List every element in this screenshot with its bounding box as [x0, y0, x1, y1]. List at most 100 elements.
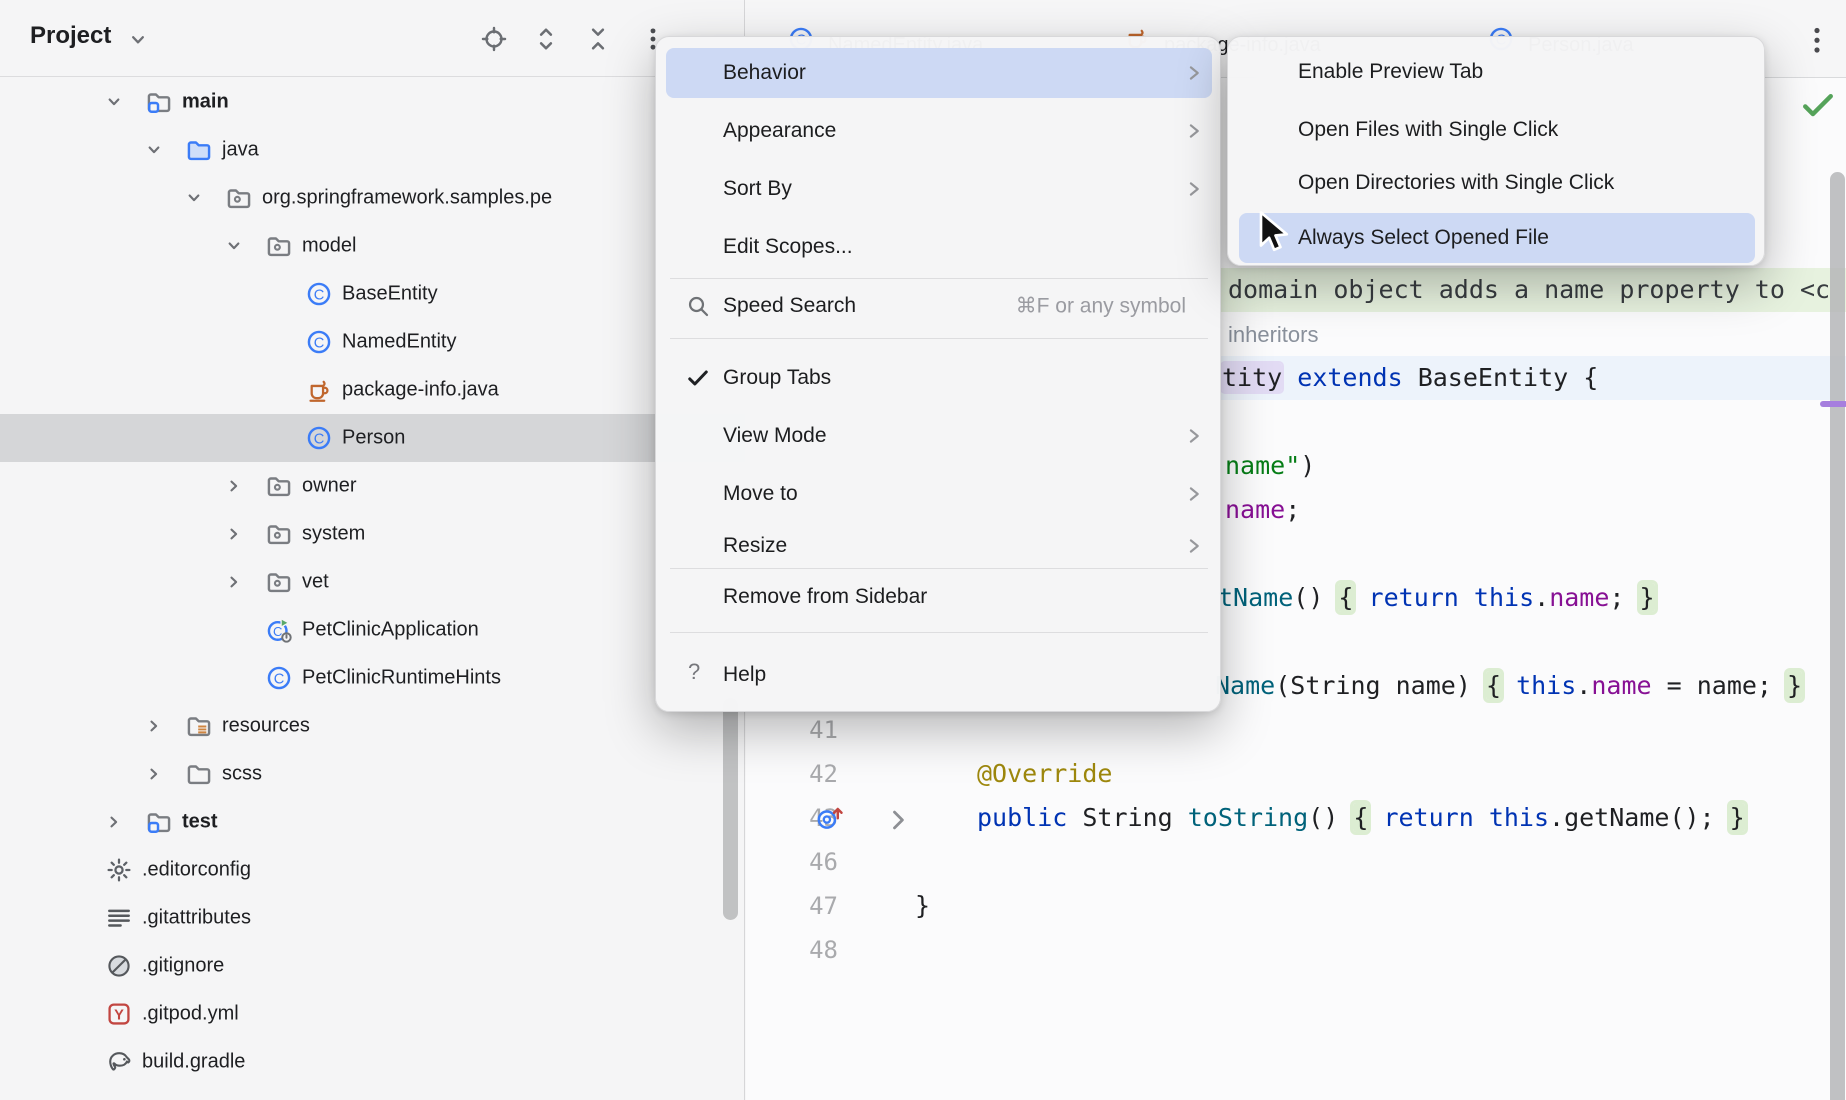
project-view-chevron-down-icon[interactable] [127, 29, 149, 51]
tree-item-java[interactable]: java [0, 126, 745, 174]
svg-text:C: C [314, 431, 325, 447]
code-token: } [1640, 583, 1655, 612]
coffee-icon [306, 377, 332, 403]
code-fold-chevron-icon[interactable] [884, 806, 912, 834]
menu-item-view-mode[interactable]: View Mode [666, 411, 1212, 461]
editor-scrollbar[interactable] [1830, 172, 1845, 1100]
menu-item-move-to[interactable]: Move to [666, 469, 1212, 519]
tree-item-baseentity[interactable]: CBaseEntity [0, 270, 745, 318]
tree-chevron-down-icon[interactable] [104, 92, 124, 112]
line-number-41: 41 [776, 708, 838, 752]
project-panel-title[interactable]: Project [30, 22, 111, 50]
tree-item-gitattributes[interactable]: .gitattributes [0, 894, 745, 942]
tree-chevron-down-icon[interactable] [184, 188, 204, 208]
code-token: ; [1609, 583, 1639, 612]
collapse-all-icon[interactable] [585, 26, 611, 52]
expand-all-icon[interactable] [533, 26, 559, 52]
tree-item-petclinicapplication[interactable]: CPetClinicApplication [0, 606, 745, 654]
tree-item-label: resources [222, 715, 310, 738]
menu-item-edit-scopes[interactable]: Edit Scopes... [666, 222, 1212, 272]
code-token [1368, 803, 1383, 832]
menu-item-speed-search[interactable]: Speed Search⌘F or any symbol [666, 281, 1212, 331]
tree-item-resources[interactable]: resources [0, 702, 745, 750]
tree-item-gitignore[interactable]: .gitignore [0, 942, 745, 990]
tree-chevron-down-icon[interactable] [144, 140, 164, 160]
tree-chevron-right-icon[interactable] [144, 764, 164, 784]
tree-chevron-right-icon[interactable] [224, 476, 244, 496]
code-line-get: tName() { return this.name; } [1218, 576, 1655, 620]
tree-item-editorconfig[interactable]: .editorconfig [0, 846, 745, 894]
code-token: Name [1215, 671, 1275, 700]
tree-chevron-right-icon[interactable] [224, 524, 244, 544]
tree-chevron-right-icon[interactable] [104, 812, 124, 832]
code-token: } [1730, 803, 1745, 832]
tree-item-namedentity[interactable]: CNamedEntity [0, 318, 745, 366]
no-entry-icon [106, 953, 132, 979]
tree-item-main[interactable]: main [0, 78, 745, 126]
menu-item-label: Sort By [723, 177, 792, 201]
tree-item-gitpod-yml[interactable]: Y.gitpod.yml [0, 990, 745, 1038]
gear-icon [106, 857, 132, 883]
menu-item-label: Move to [723, 482, 798, 506]
tree-item-test[interactable]: test [0, 798, 745, 846]
tree-chevron-down-icon[interactable] [224, 236, 244, 256]
tree-item-vet[interactable]: vet [0, 558, 745, 606]
submenu-arrow-icon [1184, 484, 1204, 504]
menu-item-help[interactable]: ?Help [666, 650, 1212, 700]
tab-options-kebab-icon[interactable] [1804, 24, 1830, 56]
tree-item-label: owner [302, 475, 356, 498]
overrides-method-gutter-icon[interactable] [816, 804, 844, 832]
tree-item-owner[interactable]: owner [0, 462, 745, 510]
code-token: } [915, 891, 930, 920]
tree-item-system[interactable]: system [0, 510, 745, 558]
submenu-arrow-icon [1184, 63, 1204, 83]
code-token [1353, 583, 1368, 612]
folder-icon [186, 761, 212, 787]
tree-chevron-right-icon[interactable] [144, 716, 164, 736]
locate-opened-file-icon[interactable] [481, 26, 507, 52]
menu-separator [670, 632, 1208, 633]
submenu-arrow-icon [1184, 179, 1204, 199]
folder-package-icon [266, 233, 292, 259]
tree-item-scss[interactable]: scss [0, 750, 745, 798]
line-number-47: 47 [776, 884, 838, 928]
menu-item-resize[interactable]: Resize [666, 521, 1212, 571]
question-icon: ? [688, 659, 700, 685]
menu-item-group-tabs[interactable]: Group Tabs [666, 353, 1212, 403]
tree-item-petclinicruntimehints[interactable]: CPetClinicRuntimeHints [0, 654, 745, 702]
code-line-fld: name; [1225, 488, 1300, 532]
menu-item-label: View Mode [723, 424, 827, 448]
tree-chevron-right-icon[interactable] [224, 572, 244, 592]
submenu-item-enable-preview-tab[interactable]: Enable Preview Tab [1239, 47, 1755, 97]
class-icon: C [306, 425, 332, 451]
text-lines-icon [106, 905, 132, 931]
code-line-ann: @Override [977, 752, 1112, 796]
inspections-ok-check-icon[interactable] [1801, 92, 1835, 120]
code-token [1459, 583, 1474, 612]
tree-item-model[interactable]: model [0, 222, 745, 270]
menu-item-appearance[interactable]: Appearance [666, 106, 1212, 156]
menu-item-sort-by[interactable]: Sort By [666, 164, 1212, 214]
folder-package-icon [266, 473, 292, 499]
submenu-item-open-files-with-single-click[interactable]: Open Files with Single Click [1239, 105, 1755, 155]
submenu-item-open-directories-with-single-click[interactable]: Open Directories with Single Click [1239, 158, 1755, 208]
project-panel-scrollbar[interactable] [723, 698, 738, 920]
submenu-item-always-select-opened-file[interactable]: Always Select Opened File [1239, 213, 1755, 263]
code-token: name [1549, 583, 1609, 612]
error-stripe-mark[interactable] [1820, 401, 1846, 407]
code-token: String [1067, 803, 1187, 832]
menu-item-behavior[interactable]: Behavior [666, 48, 1212, 98]
tree-item-package-info-java[interactable]: package-info.java [0, 366, 745, 414]
menu-item-remove-from-sidebar[interactable]: Remove from Sidebar [666, 572, 1212, 622]
tree-item-build-gradle[interactable]: build.gradle [0, 1038, 745, 1086]
gradle-elephant-icon [106, 1049, 132, 1075]
code-line-set: Name(String name) { this.name = name; } [1215, 664, 1802, 708]
code-token: (String name) [1275, 671, 1486, 700]
project-file-tree: mainjavaorg.springframework.samples.pemo… [0, 78, 745, 1100]
tree-item-label: system [302, 523, 365, 546]
code-token: name" [1225, 451, 1300, 480]
tree-item-org-springframework-samples-pe[interactable]: org.springframework.samples.pe [0, 174, 745, 222]
tree-item-person[interactable]: CPerson [0, 414, 745, 462]
tree-item-label: PetClinicRuntimeHints [302, 667, 501, 690]
project-tool-window: Project mainjavaorg.springframework.samp… [0, 0, 745, 1100]
